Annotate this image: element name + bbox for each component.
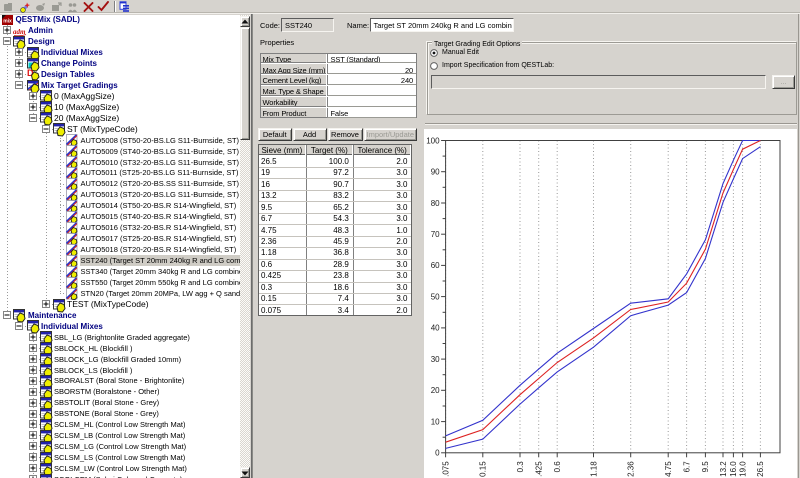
svg-text:9.5: 9.5 xyxy=(701,461,710,473)
svg-text:.075: .075 xyxy=(441,461,450,477)
svg-text:0: 0 xyxy=(435,449,440,458)
svg-text:20: 20 xyxy=(431,386,440,395)
svg-text:2.36: 2.36 xyxy=(627,461,636,477)
svg-text:.425: .425 xyxy=(535,461,544,477)
svg-text:0.6: 0.6 xyxy=(553,461,562,473)
svg-text:0.3: 0.3 xyxy=(516,461,525,473)
svg-text:30: 30 xyxy=(431,355,440,364)
svg-text:6.7: 6.7 xyxy=(682,461,691,473)
svg-text:90: 90 xyxy=(431,168,440,177)
svg-text:16.0: 16.0 xyxy=(729,461,738,477)
svg-text:26.5: 26.5 xyxy=(756,461,765,477)
svg-text:70: 70 xyxy=(431,230,440,239)
svg-text:80: 80 xyxy=(431,199,440,208)
svg-text:0.15: 0.15 xyxy=(479,461,488,477)
svg-text:40: 40 xyxy=(431,324,440,333)
svg-text:mix: mix xyxy=(3,18,12,24)
svg-text:1.18: 1.18 xyxy=(589,461,598,477)
svg-text:100: 100 xyxy=(426,136,440,145)
svg-text:10: 10 xyxy=(431,417,440,426)
svg-text:60: 60 xyxy=(431,261,440,270)
svg-text:4.75: 4.75 xyxy=(664,461,673,477)
svg-text:19.0: 19.0 xyxy=(738,461,747,477)
svg-text:50: 50 xyxy=(431,292,440,301)
svg-text:13.2: 13.2 xyxy=(719,461,728,477)
